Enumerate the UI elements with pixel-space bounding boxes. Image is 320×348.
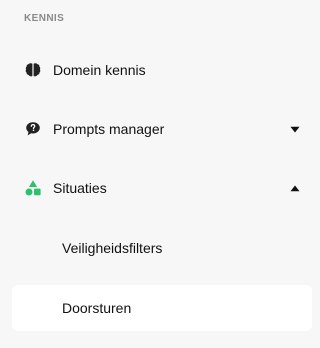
section-title: KENNIS xyxy=(24,13,65,24)
subnav-item-doorsturen[interactable]: Doorsturen xyxy=(12,285,312,331)
nav-item-label: Situaties xyxy=(53,180,107,196)
chevron-down-icon xyxy=(290,125,300,133)
subnav-item-label: Veiligheidsfilters xyxy=(62,240,163,256)
nav-item-label: Prompts manager xyxy=(53,121,165,137)
subnav-item-veiligheidsfilters[interactable]: Veiligheidsfilters xyxy=(12,225,312,271)
nav-item-domein-kennis[interactable]: Domein kennis xyxy=(12,47,312,93)
brain-icon xyxy=(24,61,42,79)
speech-bubble-question-icon xyxy=(24,120,42,138)
nav-item-prompts-manager[interactable]: Prompts manager xyxy=(12,106,312,152)
shapes-icon xyxy=(24,179,42,197)
chevron-up-icon xyxy=(290,184,300,192)
nav-item-situaties[interactable]: Situaties xyxy=(12,165,312,211)
nav-item-label: Domein kennis xyxy=(53,62,146,78)
subnav-item-label: Doorsturen xyxy=(62,300,132,316)
